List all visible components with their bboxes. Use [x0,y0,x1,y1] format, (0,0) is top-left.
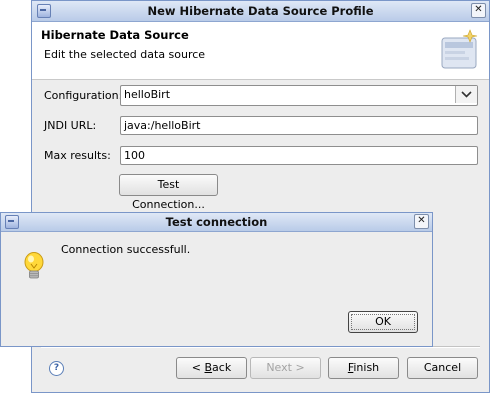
back-button[interactable]: < Back [176,357,247,379]
cancel-button[interactable]: Cancel [407,357,478,379]
close-icon: ✕ [474,4,483,15]
close-icon: ✕ [417,215,426,226]
max-results-label: Max results: [44,149,111,162]
help-icon[interactable]: ? [49,361,64,376]
configuration-dropdown-button[interactable] [455,86,477,103]
configuration-value: helloBirt [124,88,171,101]
wizard-titlebar[interactable]: New Hibernate Data Source Profile ✕ [32,1,489,22]
back-prefix: < [191,361,205,374]
wizard-header: Hibernate Data Source Edit the selected … [32,22,489,80]
test-connection-button[interactable]: Test Connection... [119,174,218,211]
dialog-titlebar[interactable]: Test connection ✕ [1,213,432,232]
dialog-message: Connection successfull. [61,243,191,256]
next-button: Next > [250,357,321,379]
wizard-title: New Hibernate Data Source Profile [147,4,374,18]
chevron-down-icon [461,91,472,98]
finish-rest: inish [353,361,380,374]
page-title: Hibernate Data Source [41,28,189,42]
max-results-input[interactable]: 100 [120,146,478,165]
page-subtitle: Edit the selected data source [44,48,206,61]
back-rest: ack [212,361,232,374]
jndi-url-input[interactable]: java:/helloBirt [120,116,478,135]
back-mnemonic: B [204,361,213,374]
close-button[interactable]: ✕ [471,3,486,18]
jndi-url-label: JNDI URL: [44,119,97,132]
finish-button[interactable]: Finish [328,357,399,379]
test-connection-dialog: Test connection ✕ Connection successfull… [0,212,433,347]
configuration-combo[interactable]: helloBirt [120,85,478,106]
ok-button[interactable]: OK [348,311,418,333]
configuration-label: Configuration: [44,89,123,102]
dialog-title: Test connection [165,215,268,229]
database-wizard-icon [441,29,478,69]
lightbulb-icon [24,252,44,279]
dialog-close-button[interactable]: ✕ [414,214,429,229]
